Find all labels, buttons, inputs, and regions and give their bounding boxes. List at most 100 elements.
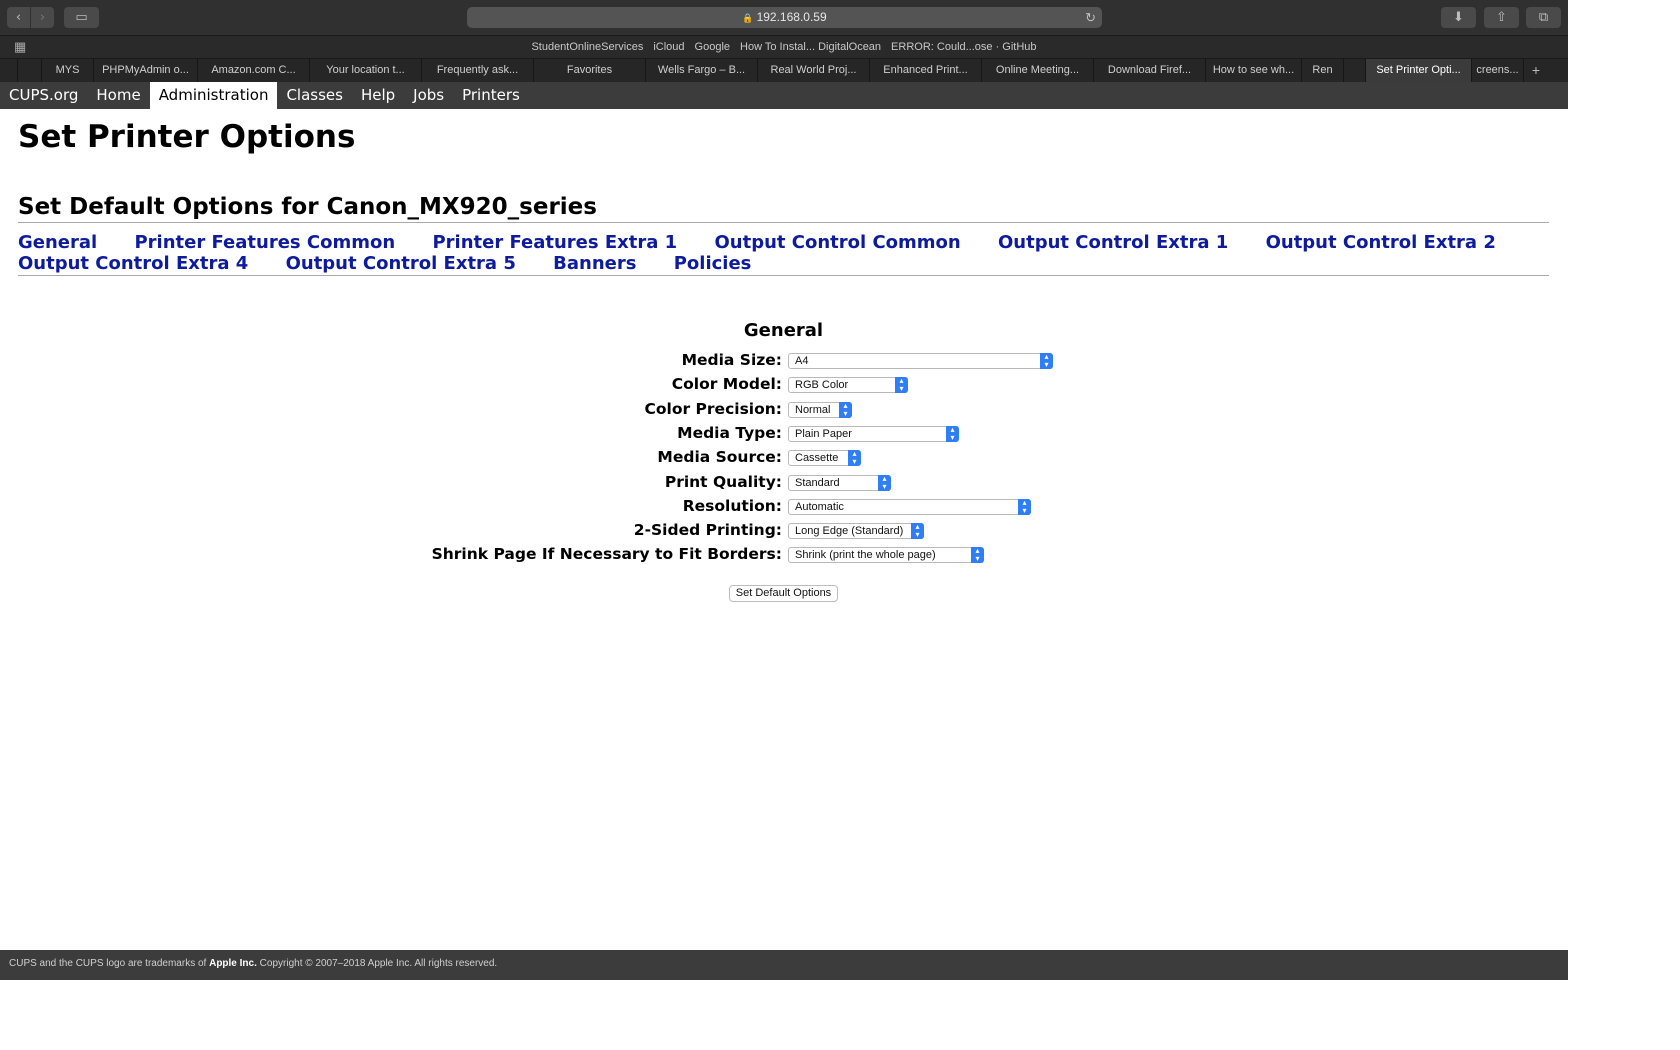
form-row: Color Model: RGB Color ▴ ▾: [18, 374, 1549, 398]
favorite-link[interactable]: StudentOnlineServices: [531, 41, 643, 53]
field-label: Media Source:: [657, 448, 782, 467]
sidebar-toggle-button[interactable]: ▭: [64, 7, 99, 28]
select-value: Long Edge (Standard): [795, 525, 904, 538]
option-select[interactable]: Shrink (print the whole page) ▴ ▾: [788, 547, 984, 564]
favorite-link[interactable]: ERROR: Could...ose · GitHub: [891, 41, 1037, 53]
footer-brand: Apple Inc.: [209, 958, 257, 969]
footer-prefix: CUPS and the CUPS logo are trademarks of: [9, 958, 210, 969]
address-text: 192.168.0.59: [756, 10, 827, 24]
address-bar[interactable]: 🔒 192.168.0.59 ↻: [467, 7, 1102, 28]
main-content: Set Printer Options Set Default Options …: [18, 109, 1549, 602]
nav-cups-org[interactable]: CUPS.org: [0, 82, 87, 109]
option-select[interactable]: RGB Color ▴ ▾: [788, 377, 908, 394]
section-link-printer-features-extra-1[interactable]: Printer Features Extra 1: [432, 232, 677, 253]
browser-tab[interactable]: Amazon.com C...: [198, 59, 310, 82]
downloads-button[interactable]: ⬇: [1441, 7, 1476, 28]
select-arrow-icon: ▴ ▾: [895, 377, 908, 394]
browser-tab[interactable]: [1344, 59, 1366, 82]
nav-jobs[interactable]: Jobs: [404, 82, 453, 109]
share-icon: ⇧: [1496, 10, 1507, 25]
tab-overview-button[interactable]: ⧉: [1526, 7, 1561, 28]
set-default-options-button[interactable]: Set Default Options: [729, 585, 838, 602]
field-label: Resolution:: [682, 496, 782, 515]
section-link-output-control-extra-2[interactable]: Output Control Extra 2: [1266, 232, 1496, 253]
select-value: A4: [795, 355, 809, 367]
select-value: RGB Color: [795, 379, 849, 392]
nav-printers[interactable]: Printers: [453, 82, 529, 109]
select-value: Shrink (print the whole page): [795, 549, 936, 562]
section-link-banners[interactable]: Banners: [553, 253, 636, 274]
section-link-output-control-extra-1[interactable]: Output Control Extra 1: [998, 232, 1228, 253]
form-row: Media Size: A4 ▴ ▾: [18, 350, 1549, 374]
browser-tab[interactable]: How to see wh...: [1206, 59, 1302, 82]
option-select[interactable]: A4 ▴ ▾: [788, 353, 1053, 369]
section-link-output-control-extra-4[interactable]: Output Control Extra 4: [18, 253, 248, 274]
section-links: General Printer Features Common Printer …: [18, 232, 1549, 276]
section-link-output-control-extra-5[interactable]: Output Control Extra 5: [286, 253, 516, 274]
select-arrow-icon: ▴ ▾: [946, 425, 959, 442]
browser-tab[interactable]: MYS: [42, 59, 94, 82]
favorite-link[interactable]: Google: [695, 41, 730, 53]
browser-tab[interactable]: creens...: [1472, 59, 1524, 82]
option-select[interactable]: Long Edge (Standard) ▴ ▾: [788, 523, 924, 540]
browser-tab[interactable]: Real World Proj...: [758, 59, 870, 82]
select-arrow-icon: ▴ ▾: [911, 523, 924, 540]
form-row: Media Source: Cassette ▴ ▾: [18, 447, 1549, 471]
option-select[interactable]: Plain Paper ▴ ▾: [788, 425, 959, 442]
section-link-output-control-common[interactable]: Output Control Common: [714, 232, 960, 253]
sidebar-icon: ▭: [75, 10, 88, 25]
option-select[interactable]: Cassette ▴ ▾: [788, 450, 861, 467]
browser-tab[interactable]: PHPMyAdmin o...: [94, 59, 198, 82]
favorite-link[interactable]: iCloud: [653, 41, 684, 53]
page-subtitle: Set Default Options for Canon_MX920_seri…: [18, 194, 1549, 223]
tab-active[interactable]: Set Printer Opti...: [1366, 59, 1472, 82]
field-label: Media Size:: [681, 351, 782, 369]
field-label: 2-Sided Printing:: [633, 521, 782, 540]
option-select[interactable]: Automatic ▴ ▾: [788, 498, 1031, 515]
select-arrow-icon: ▴ ▾: [971, 547, 984, 564]
new-tab-icon[interactable]: +: [1524, 59, 1548, 82]
form-row: Color Precision: Normal ▴ ▾: [18, 399, 1549, 423]
browser-tab[interactable]: Enhanced Print...: [870, 59, 982, 82]
forward-button[interactable]: ›: [31, 7, 54, 28]
form-title: General: [743, 320, 824, 341]
nav-help[interactable]: Help: [352, 82, 404, 109]
footer-suffix: Copyright © 2007–2018 Apple Inc. All rig…: [256, 958, 498, 969]
nav-classes[interactable]: Classes: [277, 82, 352, 109]
select-arrow-icon: ▴ ▾: [1040, 353, 1053, 369]
browser-tab[interactable]: Wells Fargo – B...: [646, 59, 758, 82]
browser-tab[interactable]: Your location t...: [310, 59, 422, 82]
section-link-printer-features-common[interactable]: Printer Features Common: [134, 232, 395, 253]
option-select[interactable]: Standard ▴ ▾: [788, 474, 891, 491]
select-value: Cassette: [795, 452, 839, 465]
download-icon: ⬇: [1453, 10, 1464, 25]
tabs-icon: ⧉: [1538, 10, 1549, 25]
browser-tab[interactable]: Frequently ask...: [422, 59, 534, 82]
browser-tab[interactable]: Online Meeting...: [982, 59, 1094, 82]
nav-administration[interactable]: Administration: [149, 82, 278, 109]
browser-tab[interactable]: [0, 59, 18, 82]
share-button[interactable]: ⇧: [1484, 7, 1519, 28]
field-label: Shrink Page If Necessary to Fit Borders:: [431, 545, 782, 564]
field-label: Color Precision:: [644, 399, 782, 418]
browser-tab[interactable]: Favorites: [534, 59, 646, 82]
form-row: Media Type: Plain Paper ▴ ▾: [18, 423, 1549, 447]
browser-tab[interactable]: Download Firef...: [1094, 59, 1206, 82]
section-link-general[interactable]: General: [18, 232, 97, 253]
back-button[interactable]: ‹: [7, 7, 30, 28]
field-label: Print Quality:: [664, 472, 782, 491]
section-link-policies[interactable]: Policies: [674, 253, 752, 274]
nav-home[interactable]: Home: [87, 82, 149, 109]
select-value: Plain Paper: [795, 427, 852, 440]
favorite-link[interactable]: How To Instal... DigitalOcean: [740, 41, 881, 53]
reload-icon[interactable]: ↻: [1085, 7, 1096, 28]
lock-icon: 🔒: [742, 13, 754, 23]
option-select[interactable]: Normal ▴ ▾: [788, 401, 852, 418]
browser-tab[interactable]: [18, 59, 42, 82]
form-row: 2-Sided Printing: Long Edge (Standard) ▴ ▾: [18, 520, 1549, 544]
select-arrow-icon: ▴ ▾: [839, 401, 852, 418]
select-arrow-icon: ▴ ▾: [848, 450, 861, 467]
form-row: Resolution: Automatic ▴ ▾: [18, 496, 1549, 520]
form-row: Shrink Page If Necessary to Fit Borders:…: [18, 544, 1549, 568]
browser-tab[interactable]: Ren: [1302, 59, 1344, 82]
